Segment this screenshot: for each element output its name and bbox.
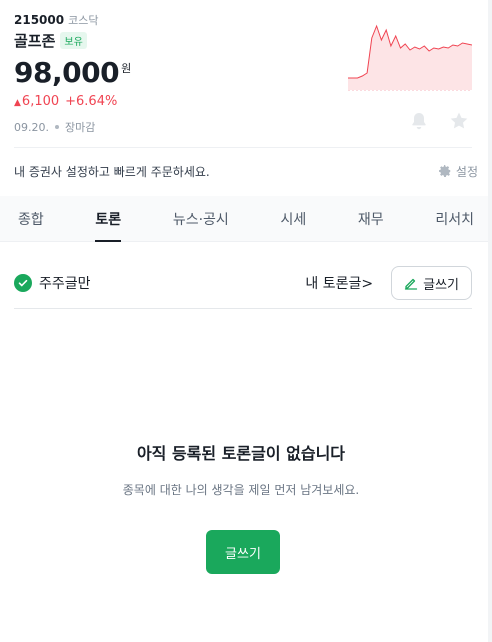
tab-label: 시세: [280, 212, 307, 228]
tab-label: 뉴스·공시: [172, 212, 229, 228]
current-price: 98,000: [14, 56, 120, 89]
scrollbar-track[interactable]: [488, 0, 492, 642]
quote-date: 09.20.: [14, 120, 49, 134]
stock-code: 215000: [14, 13, 65, 27]
broker-message: 내 증권사 설정하고 빠르게 주문하세요.: [14, 164, 210, 179]
tab-label: 재무: [357, 212, 384, 228]
tab-news[interactable]: 뉴스·공시: [173, 196, 229, 242]
tab-research[interactable]: 리서치: [435, 196, 474, 242]
shareholder-only-toggle[interactable]: 주주글만: [14, 273, 91, 293]
broker-setting-bar[interactable]: 내 증권사 설정하고 빠르게 주문하세요. 설정: [0, 148, 492, 194]
change-percent: +6.64%: [65, 94, 118, 109]
stock-tabs: 종합 토론 뉴스·공시 시세 재무 리서치: [0, 196, 492, 242]
settings-label: 설정: [455, 164, 478, 179]
tab-financials[interactable]: 재무: [358, 196, 384, 242]
alarm-button[interactable]: [408, 110, 430, 132]
settings-button[interactable]: 설정: [438, 163, 478, 180]
my-posts-link[interactable]: 내 토론글>: [305, 273, 373, 293]
change-amount: 6,100: [21, 94, 60, 109]
write-first-post-button[interactable]: 글쓰기: [206, 530, 280, 574]
check-icon: [14, 274, 32, 292]
tab-label: 토론: [95, 212, 122, 228]
stock-header: 215000 코스닥 골프존 보유 98,000 원 ▲6,100 +6.64%…: [0, 0, 492, 146]
write-post-label: 글쓰기: [423, 277, 459, 293]
hold-badge: 보유: [60, 32, 87, 49]
filter-divider: [14, 308, 472, 309]
market-status-row: 09.20. 장마감: [14, 119, 95, 135]
favorite-button[interactable]: [448, 110, 470, 132]
filter-label: 주주글만: [39, 276, 91, 292]
pencil-icon: [404, 278, 418, 290]
price-change-row: ▲6,100 +6.64%: [14, 94, 117, 109]
tab-label: 리서치: [435, 212, 474, 228]
change-amount-wrap: ▲6,100: [14, 94, 59, 109]
stock-code-row: 215000 코스닥: [14, 12, 98, 28]
market-status: 장마감: [65, 121, 96, 134]
bell-icon: [412, 113, 426, 130]
price-unit: 원: [121, 62, 132, 75]
star-icon: [450, 112, 468, 129]
price-row: 98,000 원: [14, 56, 131, 89]
tab-summary[interactable]: 종합: [18, 196, 44, 242]
tab-quotes[interactable]: 시세: [280, 196, 306, 242]
chart-area: [348, 26, 472, 90]
stock-name: 골프존: [14, 32, 56, 50]
status-dot-icon: [55, 125, 59, 129]
tab-discussion[interactable]: 토론: [95, 196, 121, 242]
stock-name-row: 골프존 보유: [14, 30, 87, 51]
tab-label: 종합: [18, 212, 44, 228]
market-name: 코스닥: [68, 14, 99, 27]
cta-label: 글쓰기: [225, 546, 261, 562]
gear-icon: [438, 165, 451, 177]
filter-actions: 내 토론글> 글쓰기: [305, 266, 472, 300]
mini-price-chart[interactable]: [348, 18, 472, 98]
empty-state-description: 종목에 대한 나의 생각을 제일 먼저 남겨보세요.: [122, 483, 360, 497]
up-arrow-icon: ▲: [14, 98, 21, 108]
discussion-filter-row: 주주글만 내 토론글> 글쓰기: [14, 262, 472, 304]
empty-state-title: 아직 등록된 토론글이 없습니다: [136, 444, 346, 463]
write-post-button[interactable]: 글쓰기: [391, 266, 472, 300]
